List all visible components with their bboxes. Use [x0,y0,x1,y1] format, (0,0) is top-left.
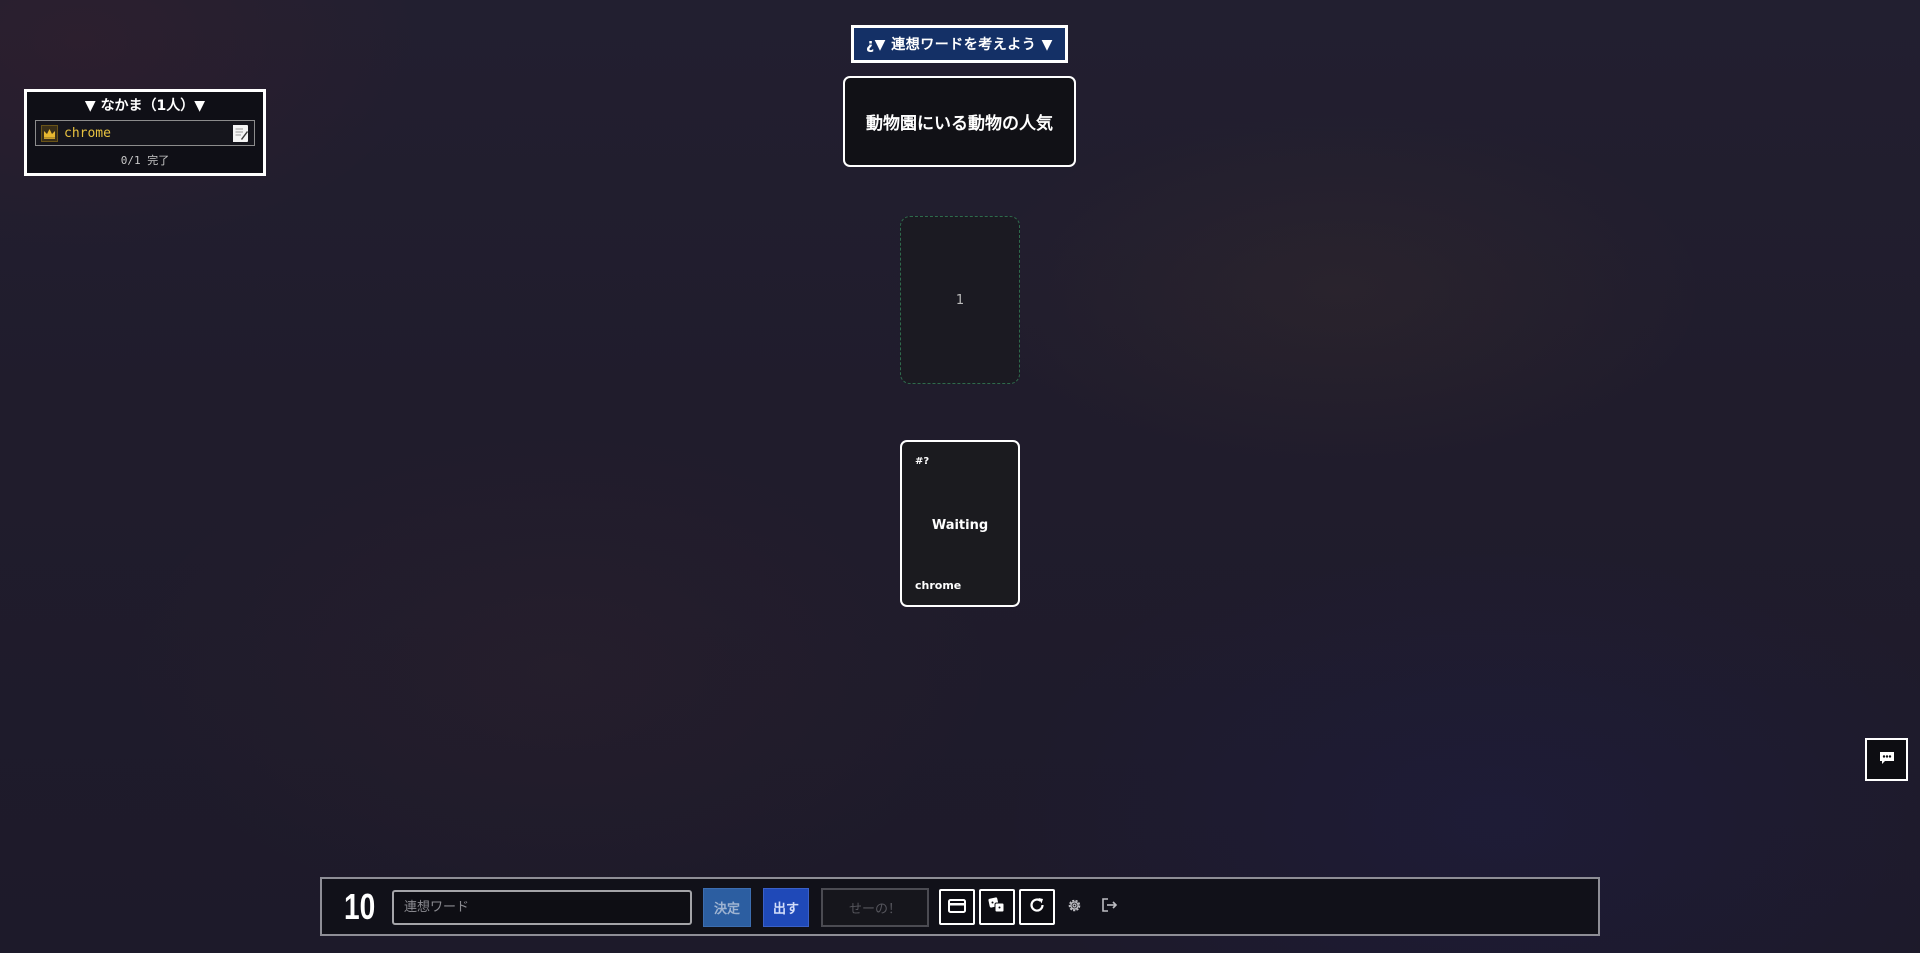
member-row[interactable]: chrome [35,120,255,146]
refresh-button[interactable] [1019,889,1055,925]
slot-number: 1 [955,292,965,308]
member-name: chrome [64,125,111,141]
dice-icon [988,897,1006,917]
confirm-button[interactable]: 決定 [703,888,751,927]
player-card[interactable]: #? Waiting chrome [900,440,1020,607]
card-status: Waiting [931,518,989,533]
phase-banner: ¿▼ 連想ワードを考えよう ▼ [851,25,1068,63]
chat-icon [1879,750,1895,769]
word-input[interactable] [392,890,692,925]
topic-card: 動物園にいる動物の人気 [843,76,1076,167]
party-panel: ▼ なかま（1人）▼ chrome 0/1 完了 [24,89,266,176]
refresh-icon [1028,896,1046,918]
party-title: ▼ なかま（1人）▼ [84,98,206,114]
control-bar: 10 決定 出す せーの！ [320,877,1600,936]
card-owner: chrome [915,579,962,592]
card-number: #? [915,456,930,467]
party-progress: 0/1 完了 [120,154,170,167]
topic-text: 動物園にいる動物の人気 [866,114,1053,134]
card-button[interactable] [939,889,975,925]
card-icon [948,898,966,917]
card-slot[interactable]: 1 [900,216,1020,384]
settings-button[interactable] [1060,893,1088,921]
chat-button[interactable] [1865,738,1908,781]
memo-icon [233,124,248,142]
dice-button[interactable] [979,889,1015,925]
reveal-button[interactable]: せーの！ [821,888,929,927]
remaining-count: 10 [344,886,376,927]
crown-icon [41,124,58,142]
phase-label: ¿▼ 連想ワードを考えよう ▼ [866,37,1053,53]
gear-icon [1066,897,1083,918]
exit-icon [1101,897,1118,917]
play-button[interactable]: 出す [763,888,809,927]
exit-button[interactable] [1095,893,1123,921]
